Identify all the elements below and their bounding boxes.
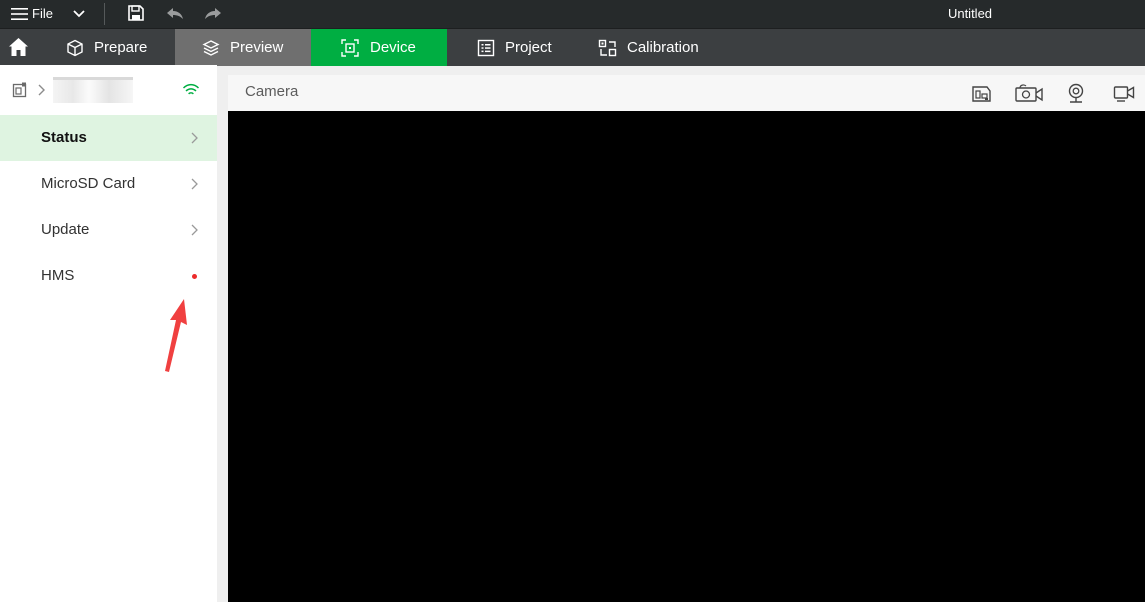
sidebar-item-update[interactable]: Update — [0, 207, 217, 253]
notification-dot — [192, 274, 197, 279]
tab-project[interactable]: Project — [447, 29, 580, 66]
camera-live-view[interactable] — [228, 111, 1145, 602]
device-icon — [341, 39, 359, 57]
timelapse-camera-icon[interactable] — [1014, 83, 1044, 103]
tab-device[interactable]: Device — [311, 29, 447, 66]
tab-label: Device — [370, 39, 416, 56]
tab-label: Calibration — [627, 39, 699, 56]
sidebar-item-hms[interactable]: HMS — [0, 253, 217, 299]
webcam-icon[interactable] — [1067, 83, 1085, 103]
camera-title: Camera — [245, 83, 299, 100]
tab-label: Project — [505, 39, 552, 56]
redo-icon[interactable] — [204, 5, 222, 21]
chevron-right-icon — [38, 84, 45, 96]
calibration-icon — [598, 39, 617, 57]
document-title: Untitled — [947, 6, 993, 21]
undo-icon[interactable] — [166, 5, 184, 21]
file-menu-button[interactable]: File — [32, 6, 53, 21]
cube-icon — [67, 39, 83, 57]
tab-label: Prepare — [94, 39, 148, 56]
annotation-arrow-icon — [165, 299, 187, 372]
chevron-right-icon — [191, 224, 198, 236]
layers-icon — [202, 40, 220, 56]
sidebar-item-label: MicroSD Card — [41, 175, 136, 192]
storage-icon[interactable] — [970, 83, 992, 103]
sidebar-item-microsd-card[interactable]: MicroSD Card — [0, 161, 217, 207]
tab-preview[interactable]: Preview — [175, 29, 311, 66]
chevron-right-icon — [191, 132, 198, 144]
printer-icon — [12, 82, 27, 98]
title-bar: File Untitled — [0, 0, 1145, 28]
chevron-right-icon — [191, 178, 198, 190]
chevron-down-icon[interactable] — [72, 8, 86, 20]
tab-calibration[interactable]: Calibration — [580, 29, 720, 66]
camera-header: Camera — [228, 75, 1145, 111]
sidebar-item-label: HMS — [41, 267, 75, 284]
home-icon — [9, 38, 28, 56]
printer-selector[interactable] — [0, 65, 217, 115]
sidebar-item-label: Status — [41, 129, 87, 146]
toolbar-divider — [104, 3, 105, 25]
printer-name-redacted — [53, 77, 133, 103]
sidebar-item-status[interactable]: Status — [0, 115, 217, 161]
tab-label: Preview — [230, 39, 284, 56]
hamburger-menu-icon[interactable] — [11, 7, 28, 21]
home-button[interactable] — [0, 29, 37, 66]
wifi-icon — [182, 83, 200, 95]
sidebar-item-label: Update — [41, 221, 90, 238]
video-camera-icon[interactable] — [1113, 83, 1135, 103]
project-list-icon — [477, 39, 495, 57]
tab-prepare[interactable]: Prepare — [50, 29, 175, 66]
save-icon[interactable] — [127, 4, 145, 22]
main-tab-bar: Prepare Preview Device Project Calibrati… — [0, 28, 1145, 66]
